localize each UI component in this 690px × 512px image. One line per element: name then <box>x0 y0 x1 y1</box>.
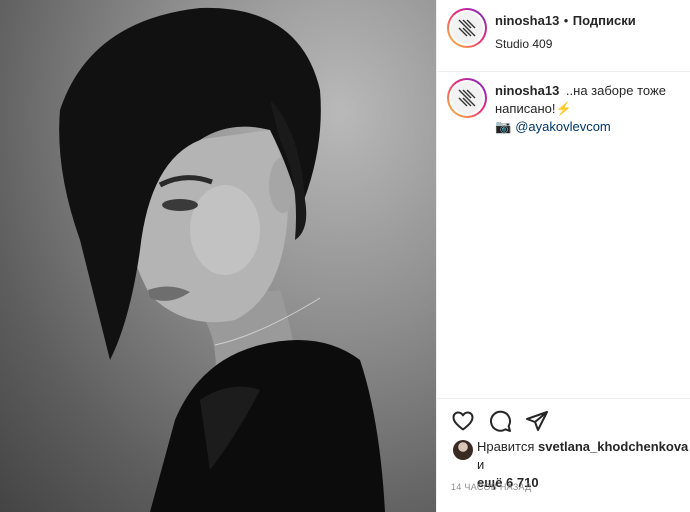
post-header: ninosha13 • Подписки Studio 409 <box>437 0 690 72</box>
lightning-emoji: ⚡ <box>555 101 572 116</box>
caption-body: ninosha13 ..на заборе тоже написано!⚡ 📷 … <box>495 82 685 136</box>
action-bar <box>437 398 690 440</box>
post-side-panel: ninosha13 • Подписки Studio 409 ninosha1… <box>436 0 690 512</box>
liker-username-link[interactable]: svetlana_khodchenkova <box>538 439 688 454</box>
profile-logo-icon <box>458 19 476 37</box>
post-photo[interactable] <box>0 0 436 512</box>
avatar[interactable] <box>447 8 487 48</box>
comment-icon[interactable] <box>488 409 512 433</box>
header-username-link[interactable]: ninosha13 <box>495 13 559 28</box>
separator-dot: • <box>563 13 569 28</box>
camera-icon: 📷 <box>495 119 512 134</box>
caption-username-link[interactable]: ninosha13 <box>495 83 559 98</box>
follow-button[interactable]: Подписки <box>573 13 636 28</box>
location-link[interactable]: Studio 409 <box>495 37 636 51</box>
heart-icon[interactable] <box>451 409 475 433</box>
liker-avatar[interactable] <box>453 440 473 460</box>
likes-prefix: Нравится <box>477 439 535 454</box>
mention-link[interactable]: @ayakovlevcom <box>515 118 611 136</box>
post-timestamp[interactable]: 14 часов назад <box>451 482 532 492</box>
caption-avatar[interactable] <box>447 78 487 118</box>
paper-plane-icon[interactable] <box>525 409 549 433</box>
likes-conj: и <box>477 457 485 472</box>
profile-logo-icon <box>458 89 476 107</box>
portrait-image <box>59 7 385 512</box>
